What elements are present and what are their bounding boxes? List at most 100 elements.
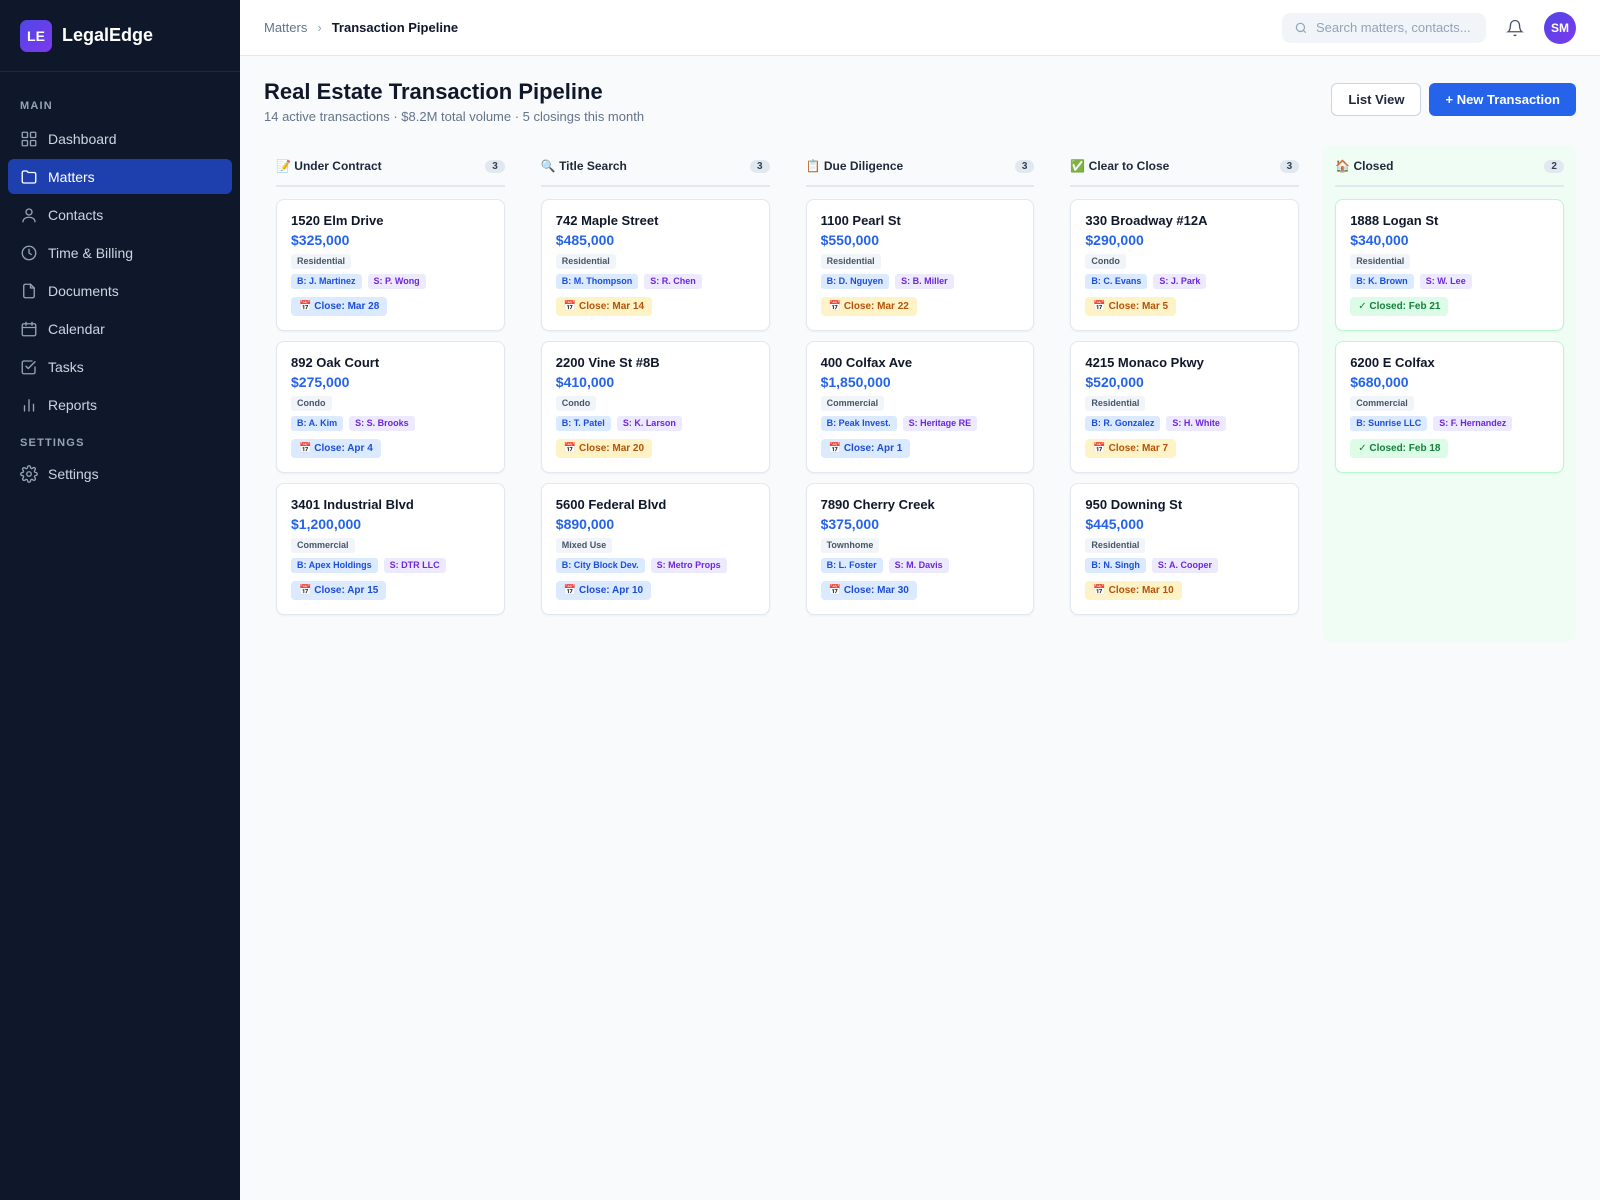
- column-header: 📝 Under Contract 3: [276, 155, 505, 187]
- seller-badge: S: DTR LLC: [383, 558, 446, 573]
- sidebar-item-label: Dashboard: [48, 130, 117, 147]
- transaction-card[interactable]: 3401 Industrial Blvd $1,200,000 Commercial…: [276, 483, 505, 615]
- transaction-card[interactable]: 330 Broadway #12A $290,000 Condo B: C. Evan…: [1070, 199, 1300, 331]
- avatar[interactable]: SM: [1544, 11, 1576, 44]
- sidebar-item-label: Time & Billing: [48, 244, 134, 261]
- card-address: 4215 Monaco Pkwy: [1085, 355, 1204, 370]
- card-parties: B: Apex Holdings S: DTR LLC: [291, 558, 490, 573]
- notifications-button[interactable]: [1504, 17, 1526, 39]
- property-type-badge: Condo: [291, 396, 332, 411]
- clock-icon: [21, 245, 37, 260]
- close-date-badge: 📅 Close: Apr 1: [820, 439, 911, 458]
- buyer-badge: B: D. Nguyen: [820, 274, 890, 289]
- column-title: ✅ Clear to Close: [1070, 159, 1170, 173]
- transaction-card[interactable]: 950 Downing St $445,000 Residential B: N. S…: [1070, 483, 1300, 615]
- card-address: 330 Broadway #12A: [1085, 213, 1208, 228]
- buyer-badge: B: R. Gonzalez: [1085, 416, 1161, 431]
- new-transaction-button[interactable]: + New Transaction: [1429, 83, 1576, 116]
- card-address: 3401 Industrial Blvd: [291, 497, 414, 512]
- card-parties: B: N. Singh S: A. Cooper: [1085, 558, 1284, 573]
- seller-badge: S: S. Brooks: [349, 416, 415, 431]
- transaction-card[interactable]: 1888 Logan St $340,000 Residential B: K. Br…: [1335, 199, 1564, 331]
- card-address: 6200 E Colfax: [1350, 355, 1435, 370]
- transaction-card[interactable]: 6200 E Colfax $680,000 Commercial B: Sunris…: [1335, 341, 1564, 473]
- sidebar-item-label: Settings: [48, 465, 99, 482]
- sidebar-item-matters[interactable]: Matters: [8, 159, 232, 194]
- transaction-card[interactable]: 742 Maple Street $485,000 Residential B: M.…: [540, 199, 770, 331]
- buyer-badge: B: Apex Holdings: [291, 558, 378, 573]
- transaction-card[interactable]: 1520 Elm Drive $325,000 Residential B: J. M…: [276, 199, 505, 331]
- property-type-badge: Residential: [820, 254, 881, 269]
- card-price: $340,000: [1350, 232, 1409, 248]
- brand[interactable]: LE LegalEdge: [0, 0, 240, 72]
- transaction-card[interactable]: 5600 Federal Blvd $890,000 Mixed Use B: Cit…: [540, 483, 770, 615]
- card-address: 7890 Cherry Creek: [820, 497, 935, 512]
- sidebar-item-contacts[interactable]: Contacts: [8, 197, 232, 232]
- card-parties: B: L. Foster S: M. Davis: [820, 558, 1020, 573]
- close-date-badge: ✓ Closed: Feb 21: [1350, 297, 1449, 316]
- seller-badge: S: Metro Props: [650, 558, 727, 573]
- sidebar-item-tasks[interactable]: Tasks: [8, 349, 232, 384]
- transaction-card[interactable]: 400 Colfax Ave $1,850,000 Commercial B: Pea…: [805, 341, 1035, 473]
- card-parties: B: R. Gonzalez S: H. White: [1085, 416, 1284, 431]
- close-date-badge: 📅 Close: Apr 10: [555, 581, 652, 600]
- property-type-badge: Residential: [1085, 396, 1146, 411]
- sidebar-item-documents[interactable]: Documents: [8, 273, 232, 308]
- sidebar-item-time-billing[interactable]: Time & Billing: [8, 235, 232, 270]
- search-input[interactable]: [1316, 20, 1476, 35]
- property-type-badge: Residential: [291, 254, 352, 269]
- nav-heading-settings: SETTINGS: [20, 437, 85, 449]
- buyer-badge: B: C. Evans: [1085, 274, 1148, 289]
- close-date-badge: ✓ Closed: Feb 18: [1350, 439, 1449, 458]
- column-clear-to-close: ✅ Clear to Close 3 330 Broadway #12A $290,0…: [1058, 145, 1311, 641]
- transaction-card[interactable]: 2200 Vine St #8B $410,000 Condo B: T. Patel…: [540, 341, 770, 473]
- sidebar-item-dashboard[interactable]: Dashboard: [8, 121, 232, 156]
- nav-main: MAIN Dashboard Matters Contacts Time & B…: [0, 97, 240, 491]
- bell-icon: [1506, 19, 1524, 36]
- property-type-badge: Townhome: [820, 538, 880, 553]
- card-price: $485,000: [555, 232, 615, 248]
- close-date-badge: 📅 Close: Mar 14: [555, 297, 653, 316]
- transaction-card[interactable]: 892 Oak Court $275,000 Condo B: A. Kim S: S.…: [276, 341, 505, 473]
- seller-badge: S: F. Hernandez: [1433, 416, 1513, 431]
- brand-name: LegalEdge: [62, 25, 154, 45]
- search-box[interactable]: [1282, 12, 1486, 43]
- buyer-badge: B: K. Brown: [1350, 274, 1414, 289]
- column-count-badge: 3: [1279, 159, 1300, 173]
- card-price: $1,850,000: [820, 374, 891, 390]
- sidebar-item-settings[interactable]: Settings: [8, 456, 232, 491]
- column-title: 📋 Due Diligence: [805, 159, 904, 173]
- close-date-badge: 📅 Close: Mar 10: [1085, 581, 1182, 600]
- column-title: 🔍 Title Search: [540, 159, 627, 173]
- buyer-badge: B: Peak Invest.: [820, 416, 897, 431]
- sidebar-item-label: Matters: [48, 168, 95, 185]
- nav-heading-main: MAIN: [20, 100, 53, 112]
- card-parties: B: Sunrise LLC S: F. Hernandez: [1350, 416, 1549, 431]
- transaction-card[interactable]: 4215 Monaco Pkwy $520,000 Residential B: R.…: [1070, 341, 1300, 473]
- card-price: $375,000: [820, 516, 879, 532]
- sidebar-item-reports[interactable]: Reports: [8, 387, 232, 422]
- sidebar-item-calendar[interactable]: Calendar: [8, 311, 232, 346]
- property-type-badge: Residential: [555, 254, 616, 269]
- seller-badge: S: B. Miller: [895, 274, 954, 289]
- column-cards: 742 Maple Street $485,000 Residential B: M.…: [540, 199, 770, 615]
- checkbox-icon: [21, 359, 36, 374]
- card-parties: B: C. Evans S: J. Park: [1085, 274, 1284, 289]
- transaction-card[interactable]: 7890 Cherry Creek $375,000 Townhome B: L. F…: [805, 483, 1035, 615]
- topbar-actions: SM: [1282, 11, 1576, 44]
- list-view-button[interactable]: List View: [1331, 83, 1422, 116]
- close-date-badge: 📅 Close: Mar 5: [1085, 297, 1177, 316]
- property-type-badge: Condo: [1085, 254, 1126, 269]
- close-date-badge: 📅 Close: Mar 20: [555, 439, 653, 458]
- breadcrumb-matters-link[interactable]: Matters: [264, 20, 307, 35]
- property-type-badge: Commercial: [820, 396, 885, 411]
- gear-icon: [20, 464, 38, 483]
- page-header: Real Estate Transaction Pipeline 14 acti…: [264, 80, 1576, 124]
- seller-badge: S: K. Larson: [616, 416, 682, 431]
- transaction-card[interactable]: 1100 Pearl St $550,000 Residential B: D. Ng…: [805, 199, 1035, 331]
- search-icon: [1295, 22, 1307, 33]
- buyer-badge: B: N. Singh: [1085, 558, 1146, 573]
- card-price: $520,000: [1085, 374, 1144, 390]
- brand-logo: LE: [20, 19, 52, 52]
- card-parties: B: D. Nguyen S: B. Miller: [820, 274, 1020, 289]
